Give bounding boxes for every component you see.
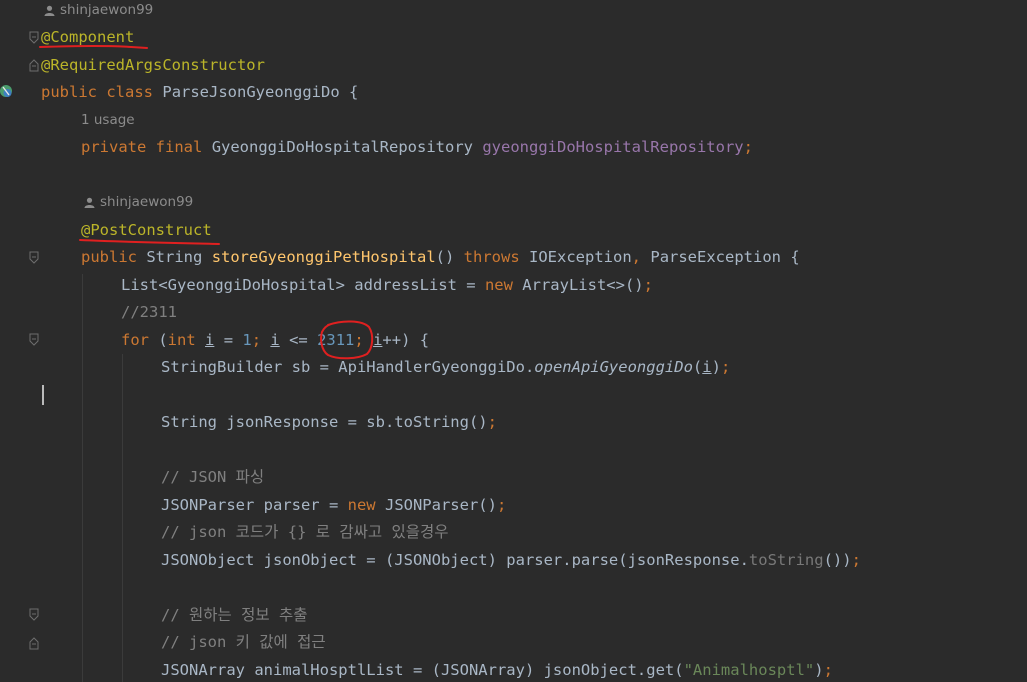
for-open: ( [149,331,168,349]
text-caret [42,385,44,405]
number-literal: 1 [242,331,252,349]
brace-open: { [790,248,800,266]
code-line[interactable]: // JSON 파싱 [0,464,1027,491]
semicolon: ; [851,551,861,569]
parser-declaration: JSONParser parser = [161,496,348,514]
return-type: String [146,248,203,266]
code-line[interactable]: JSONParser parser = new JSONParser(); [0,492,1027,519]
annotation-component: @Component [41,28,135,46]
semicolon: ; [496,496,507,514]
jsonarray-declaration: JSONArray animalHosptlList = (JSONArray)… [161,661,684,679]
comma: , [631,248,642,266]
for-close: ) { [401,331,430,349]
usage-hint-label: 1 usage [81,112,135,128]
code-line[interactable]: // json 키 값에 접근 [0,629,1027,656]
code-line[interactable]: @PostConstruct [0,217,1027,244]
code-line[interactable]: JSONObject jsonObject = (JSONObject) par… [0,547,1027,574]
keyword-final: final [155,138,203,156]
list-init: ArrayList<>() [522,276,644,294]
code-line[interactable]: public String storeGyeonggiPetHospital()… [0,244,1027,271]
code-line[interactable]: // 원하는 정보 추출 [0,602,1027,629]
annotation-required-args: @RequiredArgsConstructor [41,56,265,74]
field-type: GyeonggiDoHospitalRepository [211,138,473,156]
comment: // json 코드가 {} 로 감싸고 있을경우 [161,523,449,541]
code-line[interactable]: @RequiredArgsConstructor [0,52,1027,79]
author-name: shinjaewon99 [100,194,194,210]
sb-declaration: StringBuilder sb = ApiHandlerGyeonggiDo. [161,358,535,376]
loop-variable: i [270,331,280,349]
json-response-declaration: String jsonResponse = sb.toString() [161,413,488,431]
redundant-tostring-call: toString [748,551,824,569]
author-hint[interactable]: shinjaewon99 [0,189,1027,216]
static-method-call: openApiGyeonggiDo [534,358,693,376]
semicolon: ; [354,331,364,349]
increment-op: ++ [382,331,402,349]
code-line[interactable]: public class ParseJsonGyeonggiDo { [0,79,1027,106]
list-declaration: List<GyeonggiDoHospital> addressList = [121,276,485,294]
code-line[interactable]: //2311 [0,299,1027,326]
keyword-class: class [106,83,154,101]
author-name: shinjaewon99 [60,2,154,18]
jsonobject-declaration: JSONObject jsonObject = (JSONObject) par… [161,551,749,569]
semicolon: ; [743,138,753,156]
comment: //2311 [121,303,177,321]
code-line[interactable]: @Component [0,24,1027,51]
code-line[interactable]: // json 코드가 {} 로 감싸고 있을경우 [0,519,1027,546]
string-literal: "Animalhosptl" [683,661,815,679]
code-line[interactable]: JSONArray animalHosptlList = (JSONArray)… [0,657,1027,682]
semicolon: ; [251,331,262,349]
brace-open: { [349,83,359,101]
method-parens: () [435,248,455,266]
class-name: ParseJsonGyeonggiDo [162,83,340,101]
code-line[interactable]: StringBuilder sb = ApiHandlerGyeonggiDo.… [0,354,1027,381]
comment: // 원하는 정보 추출 [161,606,308,624]
author-hint[interactable]: shinjaewon99 [0,0,1027,24]
method-name: storeGyeonggiPetHospital [211,248,436,266]
number-literal-2311: 2311 [317,331,355,349]
keyword-throws: throws [463,248,520,266]
code-line[interactable]: String jsonResponse = sb.toString(); [0,409,1027,436]
semicolon: ; [720,358,731,376]
semicolon: ; [487,413,497,431]
code-line[interactable]: List<GyeonggiDoHospital> addressList = n… [0,272,1027,299]
semicolon: ; [643,276,653,294]
code-line[interactable]: for (int i = 1; i <= 2311; i++) { [0,327,1027,354]
person-icon [44,5,55,16]
code-editor[interactable]: shinjaewon99 @Component @RequiredArgsCon… [0,0,1027,682]
semicolon: ; [823,661,833,679]
compare-op: <= [279,331,318,349]
parser-init: JSONParser() [384,496,497,514]
field-name: gyeonggiDoHospitalRepository [482,138,744,156]
keyword-public: public [81,248,137,266]
loop-variable: i [702,358,712,376]
person-icon [84,197,95,208]
assign-op: = [214,331,243,349]
comment: // json 키 값에 접근 [161,633,326,651]
keyword-new: new [347,496,376,514]
usage-hint[interactable]: 1 usage [0,107,1027,134]
comment: // JSON 파싱 [161,468,265,486]
call-tail: ()) [823,551,852,569]
code-line[interactable]: private final GyeonggiDoHospitalReposito… [0,134,1027,161]
keyword-private: private [81,138,147,156]
annotation-post-construct: @PostConstruct [81,221,212,239]
loop-variable: i [205,331,215,349]
keyword-new: new [484,276,513,294]
close-paren: ) [814,661,824,679]
exception-parse: ParseException [650,248,782,266]
keyword-for: for [121,331,149,349]
exception-io: IOException [529,248,632,266]
keyword-public: public [41,83,97,101]
keyword-int: int [167,331,196,349]
code-line-current[interactable] [0,382,1027,409]
